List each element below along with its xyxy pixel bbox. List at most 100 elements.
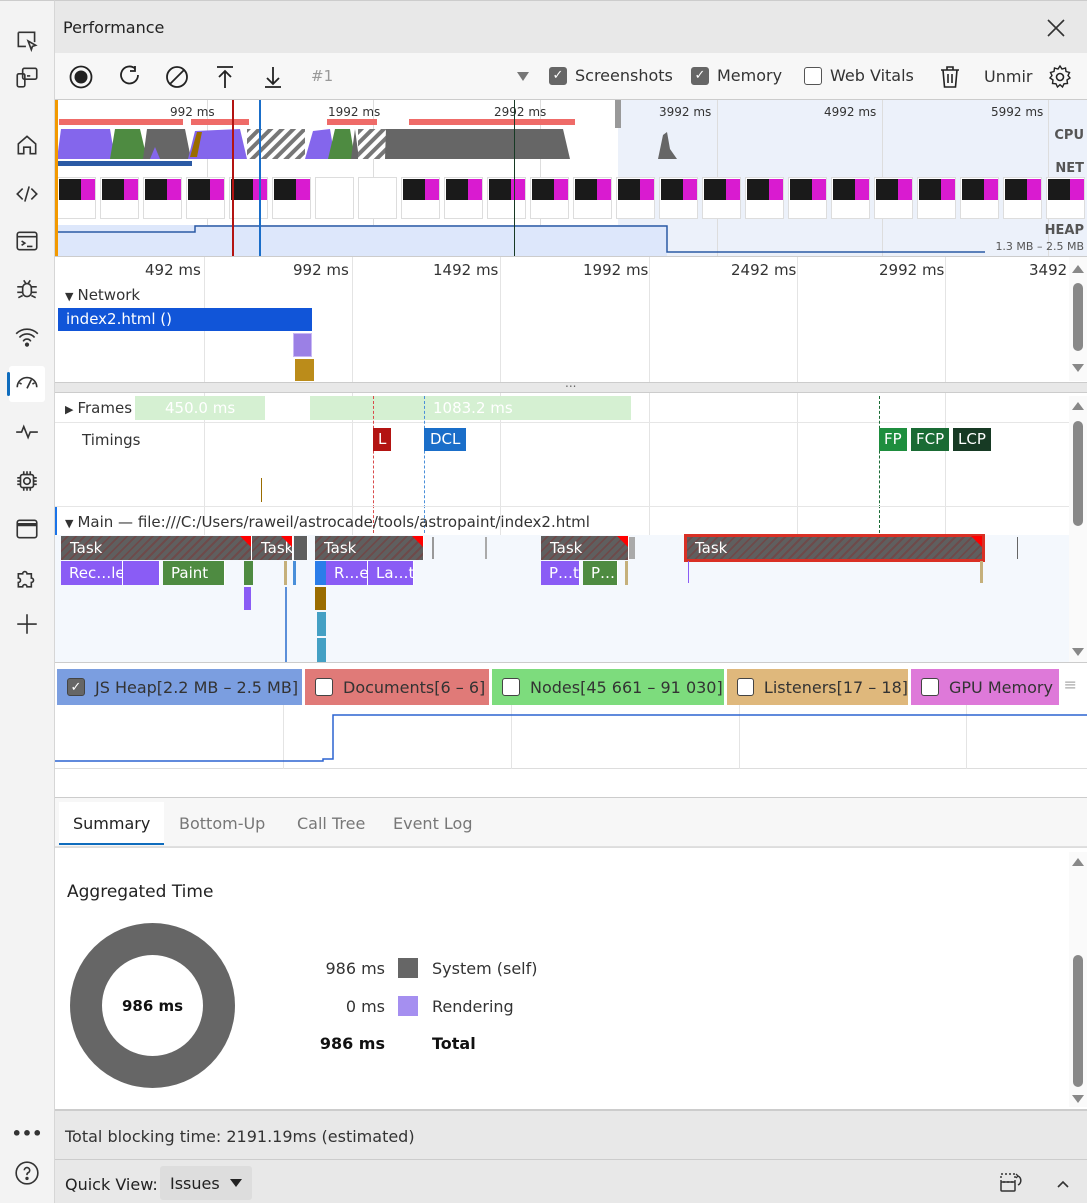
pulse-icon[interactable] — [9, 414, 45, 450]
help-icon[interactable] — [9, 1155, 45, 1191]
capture-settings-button[interactable] — [1046, 63, 1074, 91]
tab-summary[interactable]: Summary — [59, 802, 165, 845]
screenshot-thumbnail[interactable] — [616, 177, 655, 219]
download-profile-button[interactable] — [259, 63, 287, 91]
selection-end-handle[interactable] — [615, 100, 621, 128]
gpu-memory-counter-checkbox[interactable]: GPU Memory — [911, 669, 1059, 705]
screenshot-thumbnail[interactable] — [874, 177, 913, 219]
quick-view-select[interactable]: Issues — [160, 1166, 252, 1200]
fcp-timing-marker[interactable]: FCP — [911, 428, 950, 451]
network-request-bar[interactable]: index2.html () — [58, 308, 312, 331]
web-vitals-checkbox[interactable]: Web Vitals — [804, 66, 914, 85]
recalculate-style-event[interactable]: R…e — [326, 561, 368, 585]
documents-counter-checkbox[interactable]: Documents[6 – 6] — [305, 669, 489, 705]
layout-event[interactable]: La…t — [368, 561, 414, 585]
screenshot-thumbnail[interactable] — [659, 177, 698, 219]
bug-icon[interactable] — [9, 271, 45, 307]
close-icon[interactable] — [1045, 17, 1067, 39]
dcl-timing-marker[interactable]: DCL — [424, 428, 467, 451]
main-track-header[interactable]: ▼ Main — file:///C:/Users/raweil/astrocad… — [65, 513, 590, 531]
chip-icon[interactable] — [9, 463, 45, 499]
recording-dropdown-arrow[interactable] — [517, 72, 529, 81]
nodes-counter-checkbox[interactable]: Nodes[45 661 – 91 030] — [492, 669, 724, 705]
task-bar[interactable] — [294, 536, 308, 560]
frame-duration[interactable]: 450.0 ms — [135, 396, 265, 420]
screenshot-thumbnail[interactable] — [487, 177, 526, 219]
device-emulation-icon[interactable] — [9, 59, 45, 95]
summary-scrollbar[interactable] — [1069, 852, 1087, 1107]
screenshot-thumbnail[interactable] — [143, 177, 182, 219]
screenshot-thumbnail[interactable] — [1003, 177, 1042, 219]
task-bar[interactable]: Task — [252, 536, 293, 560]
screenshot-thumbnail[interactable] — [100, 177, 139, 219]
lcp-timing-marker[interactable]: LCP — [953, 428, 991, 451]
overview-tick: 1992 ms — [328, 105, 381, 119]
timeline-overview[interactable]: 992 ms 1992 ms 2992 ms 3992 ms 4992 ms 5… — [55, 100, 1087, 257]
screenshot-thumbnail[interactable] — [272, 177, 311, 219]
screenshot-thumbnail[interactable] — [831, 177, 870, 219]
task-bar[interactable]: Task — [315, 536, 424, 560]
screenshot-thumbnail[interactable] — [573, 177, 612, 219]
record-button[interactable] — [67, 63, 95, 91]
speedometer-icon[interactable] — [7, 366, 45, 402]
top-track-scrollbar[interactable] — [1069, 257, 1087, 381]
fp-timing-marker[interactable]: FP — [879, 428, 907, 451]
selection-start-handle[interactable] — [55, 100, 58, 256]
recalculate-style-event[interactable]: Rec…le — [61, 561, 123, 585]
tab-bottom-up[interactable]: Bottom-Up — [165, 802, 279, 845]
task-bar[interactable]: Task — [61, 536, 252, 560]
screenshot-thumbnail[interactable] — [315, 177, 354, 219]
frame-duration[interactable]: 1083.2 ms — [310, 396, 631, 420]
paint-event[interactable]: Paint — [163, 561, 225, 585]
wifi-icon[interactable] — [9, 319, 45, 355]
screenshot-thumbnail[interactable] — [57, 177, 96, 219]
clear-button[interactable] — [163, 63, 191, 91]
collect-garbage-button[interactable] — [936, 63, 964, 91]
network-track-header[interactable]: ▼ Network — [65, 286, 140, 304]
tab-call-tree[interactable]: Call Tree — [283, 802, 379, 845]
screenshot-thumbnail[interactable] — [444, 177, 483, 219]
chevron-up-icon[interactable] — [1055, 1176, 1071, 1192]
main-track-scrollbar[interactable] — [1069, 396, 1087, 662]
puzzle-icon[interactable] — [9, 559, 45, 595]
upload-profile-button[interactable] — [211, 63, 239, 91]
more-options-icon[interactable]: ••• — [9, 1115, 45, 1151]
screenshot-thumbnail[interactable] — [745, 177, 784, 219]
screenshot-thumbnail[interactable] — [530, 177, 569, 219]
screenshot-thumbnail[interactable] — [917, 177, 956, 219]
plus-icon[interactable] — [9, 606, 45, 642]
screenshot-thumbnail[interactable] — [788, 177, 827, 219]
task-bar[interactable]: Task — [541, 536, 629, 560]
screenshot-thumbnail[interactable] — [229, 177, 268, 219]
unminify-toggle[interactable]: Unmir — [984, 67, 1032, 86]
tab-event-log[interactable]: Event Log — [379, 802, 487, 845]
home-icon[interactable] — [9, 127, 45, 163]
paint-event[interactable]: P… — [583, 561, 618, 585]
screenshot-thumbnail[interactable] — [960, 177, 999, 219]
chevron-down-icon — [229, 1179, 242, 1187]
dock-to-side-icon[interactable] — [999, 1172, 1025, 1194]
frames-track-header[interactable]: ▶ Frames — [65, 399, 135, 417]
drag-handle-icon[interactable]: ≡ — [1064, 675, 1077, 694]
js-heap-counter-checkbox[interactable]: JS Heap[2.2 MB – 2.5 MB] — [57, 669, 302, 705]
selected-task-bar[interactable]: Task — [684, 534, 985, 562]
pane-resizer[interactable]: ... — [55, 376, 1087, 393]
listeners-counter-checkbox[interactable]: Listeners[17 – 18] — [727, 669, 908, 705]
recording-selector[interactable]: #1 — [311, 67, 333, 85]
flame-chart[interactable]: 492 ms 992 ms 1492 ms 1992 ms 2492 ms 29… — [55, 257, 1087, 662]
screenshot-thumbnail[interactable] — [1046, 177, 1085, 219]
code-icon[interactable] — [9, 176, 45, 212]
rendering-event[interactable] — [123, 561, 160, 585]
paint-event[interactable]: P…t — [541, 561, 580, 585]
screenshot-thumbnail[interactable] — [702, 177, 741, 219]
console-icon[interactable] — [9, 223, 45, 259]
reload-record-button[interactable] — [116, 63, 144, 91]
screenshot-thumbnail[interactable] — [186, 177, 225, 219]
memory-checkbox[interactable]: Memory — [691, 66, 782, 85]
screenshots-checkbox[interactable]: Screenshots — [549, 66, 673, 85]
screenshot-thumbnail[interactable] — [358, 177, 397, 219]
load-timing-marker[interactable]: L — [373, 428, 392, 451]
screenshot-thumbnail[interactable] — [401, 177, 440, 219]
window-icon[interactable] — [9, 511, 45, 547]
inspect-element-icon[interactable] — [9, 23, 45, 59]
